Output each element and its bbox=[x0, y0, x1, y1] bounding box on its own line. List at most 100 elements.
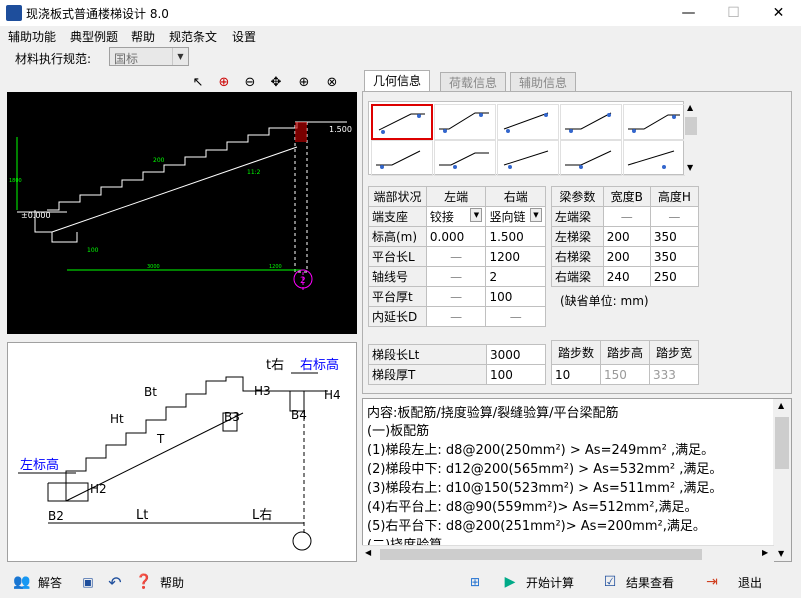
hscroll-thumb[interactable] bbox=[380, 549, 702, 560]
cad-drawing: 2 1.500 ±0.000 200 11:2 3000 1200 1800 1… bbox=[9, 121, 352, 292]
window-title: 现浇板式普通楼梯设计 8.0 bbox=[26, 7, 169, 21]
minimize-button[interactable]: — bbox=[666, 0, 711, 26]
pan-icon[interactable]: ✥ bbox=[267, 74, 285, 90]
close-button[interactable]: ✕ bbox=[756, 0, 801, 26]
cad-ratio: 11:2 bbox=[247, 169, 261, 176]
row-label: 轴线号 bbox=[368, 266, 427, 287]
left-platform-thk: — bbox=[425, 286, 487, 307]
ends-header-right: 右端 bbox=[485, 186, 546, 207]
beam-b-field[interactable]: 200 bbox=[602, 226, 651, 247]
stair-type-8[interactable] bbox=[497, 140, 559, 176]
menu-help[interactable]: 帮助 bbox=[131, 28, 155, 45]
beam-h-field[interactable]: 350 bbox=[649, 246, 700, 267]
stair-type-10[interactable] bbox=[623, 140, 685, 176]
beam-b-field[interactable]: 200 bbox=[602, 246, 651, 267]
menu-aux[interactable]: 辅助功能 bbox=[8, 28, 56, 45]
sketch-h4: H4 bbox=[324, 388, 341, 402]
play-icon: ▶ bbox=[504, 574, 516, 590]
chevron-down-icon[interactable]: ▼ bbox=[530, 208, 542, 222]
right-platform-len-field[interactable]: 1200 bbox=[485, 246, 546, 267]
stair-type-9[interactable] bbox=[560, 140, 622, 176]
stair-type-3[interactable] bbox=[497, 104, 559, 140]
start-calc-button[interactable]: ▶ 开始计算 bbox=[500, 570, 574, 594]
stair-type-4[interactable] bbox=[560, 104, 622, 140]
result-vscroll[interactable]: ▲ ▼ bbox=[773, 399, 791, 561]
sketch-l-right: L右 bbox=[252, 508, 272, 523]
result-hscroll[interactable]: ◀ ▶ bbox=[362, 545, 774, 562]
scroll-down-icon[interactable]: ▼ bbox=[778, 549, 784, 558]
ends-table: 端部状况 左端 右端 端支座 铰接 ▼ 竖向链 ▼ 标高(m) 0.000 1.50… bbox=[368, 186, 546, 327]
help-button[interactable]: ❓ 帮助 bbox=[134, 570, 184, 594]
stair-type-2[interactable] bbox=[434, 104, 496, 140]
tab-geometry[interactable]: 几何信息 bbox=[364, 70, 431, 92]
right-axis-field[interactable]: 2 bbox=[485, 266, 546, 287]
chevron-down-icon[interactable]: ▼ bbox=[470, 208, 483, 222]
beam-h-field[interactable]: 350 bbox=[649, 226, 700, 247]
pointer-icon[interactable]: ↖ bbox=[189, 74, 207, 90]
view-results-button[interactable]: ☑ 结果查看 bbox=[600, 570, 674, 594]
sketch-t-right: t右 bbox=[266, 358, 284, 373]
zoom-out-icon[interactable]: ⊖ bbox=[241, 74, 259, 90]
step-count-field[interactable]: 10 bbox=[551, 364, 601, 385]
save-icon[interactable]: ▣ bbox=[78, 570, 98, 594]
tab-load[interactable]: 荷载信息 bbox=[440, 72, 507, 92]
row-label: 右梯梁 bbox=[551, 246, 604, 267]
cad-view[interactable]: 2 1.500 ±0.000 200 11:2 3000 1200 1800 1… bbox=[7, 92, 357, 334]
beam-header: 梁参数 bbox=[551, 186, 604, 207]
cad-dim-right: 1200 bbox=[269, 264, 282, 270]
app-logo-icon bbox=[6, 5, 22, 21]
row-label: 右端梁 bbox=[551, 266, 604, 287]
exit-button[interactable]: ⇥ 退出 bbox=[702, 570, 762, 594]
undo-icon[interactable]: ↶ bbox=[104, 570, 126, 594]
flight-thk-field[interactable]: 100 bbox=[486, 364, 546, 385]
help-label: 帮助 bbox=[160, 575, 185, 590]
scroll-down-icon[interactable]: ▼ bbox=[687, 163, 693, 172]
result-line: (5)右平台下: d8@200(251mm²)> As=200mm²,满足。 bbox=[367, 519, 706, 534]
row-label: 平台厚t bbox=[368, 286, 427, 307]
zoom-in-icon[interactable]: ⊕ bbox=[295, 74, 313, 90]
scroll-up-icon[interactable]: ▲ bbox=[687, 103, 693, 112]
menu-code[interactable]: 规范条文 bbox=[169, 28, 217, 45]
spec-select[interactable]: 国标 ▼ bbox=[109, 47, 189, 66]
stair-type-1[interactable] bbox=[371, 104, 433, 140]
result-text[interactable]: 内容:板配筋/挠度验算/裂缝验算/平台梁配筋 (一)板配筋 (1)梯段左上: d… bbox=[362, 398, 792, 562]
scroll-right-icon[interactable]: ▶ bbox=[762, 548, 768, 557]
right-elev-field[interactable]: 1.500 bbox=[485, 226, 546, 247]
scroll-thumb[interactable] bbox=[775, 417, 789, 469]
scroll-up-icon[interactable]: ▲ bbox=[778, 401, 784, 410]
stair-type-6[interactable] bbox=[371, 140, 433, 176]
gallery-scrollbar[interactable]: ▲ ▼ bbox=[684, 101, 698, 175]
row-label: 梯段长Lt bbox=[368, 344, 487, 365]
right-support-value: 竖向链 bbox=[489, 210, 526, 224]
beam-b-field[interactable]: 240 bbox=[602, 266, 651, 287]
result-line: (3)梯段右上: d10@150(523mm²) > As=511mm² ,满足… bbox=[367, 481, 723, 496]
answer-button[interactable]: 👥 解答 bbox=[12, 570, 62, 594]
beam-h: — bbox=[649, 206, 700, 227]
grid-icon[interactable]: ⊞ bbox=[464, 570, 486, 594]
cad-t2: 100 bbox=[87, 247, 99, 254]
step-header-h: 踏步高 bbox=[600, 340, 650, 365]
scroll-left-icon[interactable]: ◀ bbox=[365, 548, 371, 557]
unit-note: (缺省单位: mm) bbox=[560, 294, 649, 308]
beam-h-field[interactable]: 250 bbox=[649, 266, 700, 287]
left-elev-field[interactable]: 0.000 bbox=[425, 226, 487, 247]
stair-type-7[interactable] bbox=[434, 140, 496, 176]
maximize-button[interactable]: ☐ bbox=[711, 0, 756, 26]
scroll-thumb[interactable] bbox=[685, 117, 697, 135]
menu-settings[interactable]: 设置 bbox=[232, 28, 256, 45]
menu-bar: 辅助功能 典型例题 帮助 规范条文 设置 bbox=[0, 26, 801, 46]
right-platform-thk-field[interactable]: 100 bbox=[485, 286, 546, 307]
zoom-extents-icon[interactable]: ⊗ bbox=[323, 74, 341, 90]
ends-header-left: 左端 bbox=[425, 186, 487, 207]
flight-length-field[interactable]: 3000 bbox=[486, 344, 546, 365]
stair-type-5[interactable] bbox=[623, 104, 685, 140]
spec-label: 材料执行规范: bbox=[15, 52, 92, 66]
right-support-select[interactable]: 竖向链 ▼ bbox=[485, 206, 546, 227]
cad-dim-bottom: 3000 bbox=[147, 264, 160, 270]
row-label: 左端梁 bbox=[551, 206, 604, 227]
menu-examples[interactable]: 典型例题 bbox=[70, 28, 118, 45]
step-header-w: 踏步宽 bbox=[649, 340, 699, 365]
tab-aux[interactable]: 辅助信息 bbox=[510, 72, 577, 92]
zoom-window-icon[interactable]: ⊕ bbox=[215, 74, 233, 90]
left-support-select[interactable]: 铰接 ▼ bbox=[425, 206, 487, 227]
